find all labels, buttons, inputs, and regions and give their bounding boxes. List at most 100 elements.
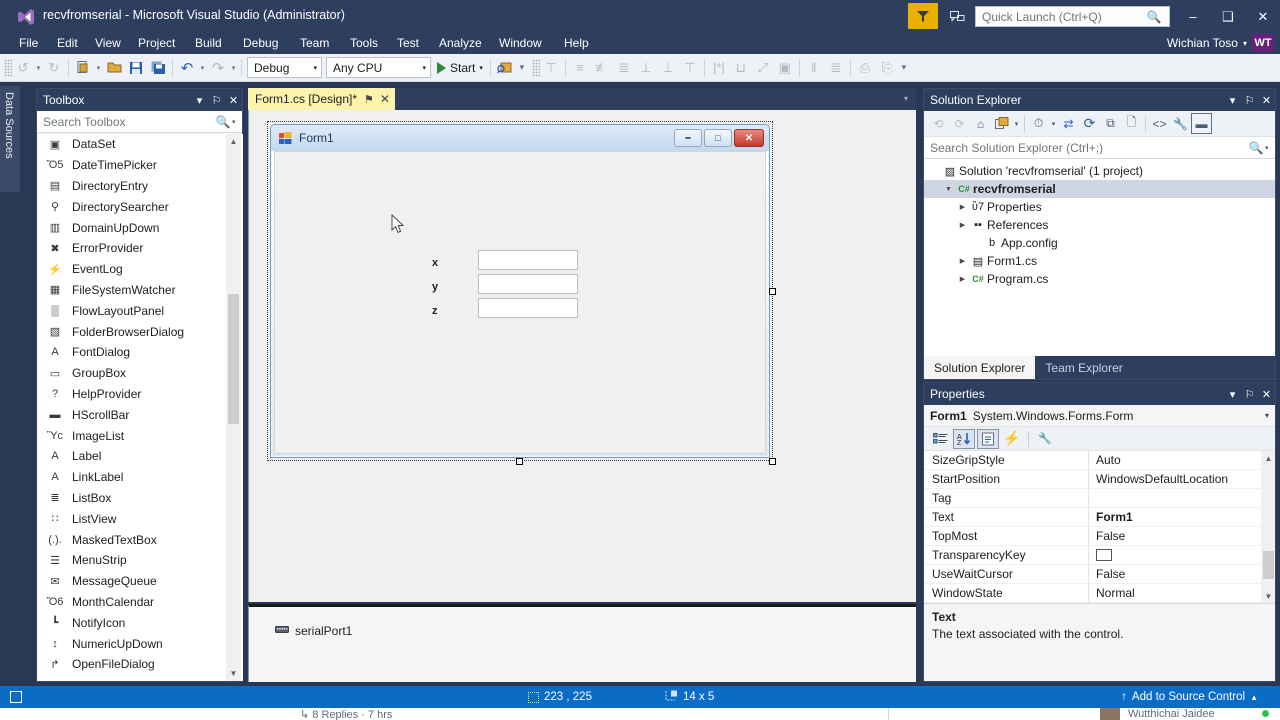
scroll-down-icon[interactable]: ▼	[1261, 589, 1275, 604]
solution-explorer-search-box[interactable]: 🔍 ▾	[924, 137, 1275, 159]
events-icon[interactable]: ⚡	[1001, 429, 1023, 449]
toolbox-item[interactable]: ⚲ DirectorySearcher	[38, 196, 243, 217]
properties-object-selector[interactable]: Form1 System.Windows.Forms.Form ▾	[924, 405, 1275, 427]
property-value[interactable]: Auto	[1089, 453, 1121, 467]
make-vertical-spacing-equal-icon[interactable]: ≣	[825, 57, 847, 79]
winform-preview[interactable]: Form1 ━ □ ✕ x y z	[270, 124, 770, 458]
toolbox-scrollbar[interactable]: ▲ ▼	[226, 134, 241, 681]
toolbox-item[interactable]: ▒ FlowLayoutPanel	[38, 300, 243, 321]
menu-test[interactable]: Test	[390, 32, 426, 54]
scrollbar-thumb[interactable]	[228, 294, 239, 424]
close-icon[interactable]: ✕	[1258, 94, 1275, 107]
toolbox-item[interactable]: ▬ HScrollBar	[38, 404, 243, 425]
textbox-z[interactable]	[478, 298, 578, 318]
redo-icon[interactable]: ↷	[207, 57, 229, 79]
textbox-x[interactable]	[478, 250, 578, 270]
property-value[interactable]: False	[1089, 567, 1125, 581]
resize-handle-middle-right[interactable]	[769, 288, 776, 295]
property-value[interactable]: False	[1089, 529, 1125, 543]
tree-item[interactable]: ▶ ὒ7 Properties	[924, 198, 1275, 216]
make-same-height-icon[interactable]: ⊔	[730, 57, 752, 79]
toolbox-item[interactable]: ▦ FileSystemWatcher	[38, 280, 243, 301]
toolbar-overflow-icon[interactable]: ▾	[898, 62, 910, 73]
start-debug-button[interactable]: Start ▾	[433, 61, 487, 75]
property-row[interactable]: TransparencyKey	[924, 546, 1275, 565]
resize-handle-bottom-center[interactable]	[516, 458, 523, 465]
make-horizontal-spacing-equal-icon[interactable]: ‖	[803, 57, 825, 79]
toolbox-item[interactable]: ↱ OpenFileDialog	[38, 654, 243, 675]
alphabetical-view-icon[interactable]: A Z	[953, 429, 975, 449]
undo-icon[interactable]: ↶	[176, 57, 198, 79]
toolbox-item[interactable]: ? HelpProvider	[38, 384, 243, 405]
send-to-back-icon[interactable]: ⎘	[876, 57, 898, 79]
scroll-down-icon[interactable]: ▼	[226, 666, 241, 681]
chevron-down-icon[interactable]: ▾	[479, 64, 483, 72]
toolbox-item[interactable]: ✉ MessageQueue	[38, 571, 243, 592]
align-rights-icon[interactable]: ≣	[613, 57, 635, 79]
preview-selected-items-icon[interactable]: ▬	[1191, 113, 1212, 134]
toolbox-item[interactable]: ▣ DataSet	[38, 134, 243, 155]
minimize-button[interactable]: –	[1178, 6, 1208, 28]
toolbox-item[interactable]: ▭ GroupBox	[38, 363, 243, 384]
home-icon[interactable]: ⌂	[970, 113, 991, 134]
property-row[interactable]: StartPosition WindowsDefaultLocation	[924, 470, 1275, 489]
save-all-icon[interactable]	[147, 57, 169, 79]
toolbox-item[interactable]: ┗ NotifyIcon	[38, 612, 243, 633]
quick-launch-box[interactable]: 🔍	[975, 6, 1170, 27]
expander-icon[interactable]: ▶	[956, 221, 969, 229]
chevron-down-icon[interactable]: ▾	[1265, 411, 1269, 420]
toolbox-search-box[interactable]: 🔍 ▾	[37, 111, 242, 133]
menu-file[interactable]: File	[12, 32, 45, 54]
menu-help[interactable]: Help	[557, 32, 596, 54]
property-row[interactable]: TopMost False	[924, 527, 1275, 546]
pin-icon[interactable]: ⚐	[208, 94, 225, 107]
toolbox-item[interactable]: ✖ ErrorProvider	[38, 238, 243, 259]
sidebar-item-data-sources[interactable]: Data Sources	[0, 86, 20, 192]
toolbox-item[interactable]: ▧ FolderBrowserDialog	[38, 321, 243, 342]
sync-with-active-document-icon[interactable]: ⇄	[1058, 113, 1079, 134]
align-centers-icon[interactable]: ≢	[591, 57, 613, 79]
winform-minimize-button[interactable]: ━	[674, 129, 702, 147]
align-to-grid-icon[interactable]: ⊤	[540, 57, 562, 79]
resize-handle-bottom-right[interactable]	[769, 458, 776, 465]
toolbox-item[interactable]: Ὓc ImageList	[38, 425, 243, 446]
collapse-all-icon[interactable]: ⧉	[1100, 113, 1121, 134]
solution-platform-dropdown[interactable]: Any CPU ▾	[326, 57, 431, 78]
open-file-icon[interactable]	[103, 57, 125, 79]
chevron-down-icon[interactable]: ▾	[34, 64, 43, 72]
menu-team[interactable]: Team	[293, 32, 336, 54]
property-value[interactable]: WindowsDefaultLocation	[1089, 472, 1228, 486]
scrollbar-thumb[interactable]	[1263, 551, 1274, 579]
toolbox-item[interactable]: ≣ ListBox	[38, 488, 243, 509]
toolbar-overflow-icon[interactable]: ▾	[516, 62, 528, 73]
menu-analyze[interactable]: Analyze	[432, 32, 489, 54]
save-icon[interactable]	[125, 57, 147, 79]
user-account-area[interactable]: Wichian Toso ▾ WT	[1167, 32, 1274, 54]
toolbox-search-input[interactable]	[37, 115, 214, 129]
property-row[interactable]: WindowState Normal	[924, 584, 1275, 603]
search-icon[interactable]: 🔍	[214, 115, 232, 129]
avatar[interactable]: WT	[1252, 34, 1274, 52]
tray-item-serialport1[interactable]: serialPort1	[275, 624, 352, 638]
chevron-down-icon[interactable]: ▾	[1265, 144, 1275, 152]
expander-icon[interactable]: ▶	[956, 257, 969, 265]
tab-solution-explorer[interactable]: Solution Explorer	[924, 356, 1035, 379]
expander-icon[interactable]: ▶	[956, 275, 969, 283]
menu-tools[interactable]: Tools	[343, 32, 385, 54]
feedback-flag-icon[interactable]	[908, 3, 938, 29]
toolbox-item[interactable]: ↕ NumericUpDown	[38, 633, 243, 654]
make-same-width-icon[interactable]: |*|	[708, 57, 730, 79]
scroll-up-icon[interactable]: ▲	[1261, 451, 1275, 466]
size-to-grid-icon[interactable]: ▣	[774, 57, 796, 79]
align-middles-icon[interactable]: ⊥	[657, 57, 679, 79]
toolbar-grip[interactable]	[532, 59, 540, 77]
properties-scrollbar[interactable]: ▲ ▼	[1261, 451, 1275, 604]
close-icon[interactable]: ✕	[225, 94, 242, 107]
tab-form1-designer[interactable]: Form1.cs [Design]* ⚑ ✕	[248, 88, 395, 110]
property-row[interactable]: Text Form1	[924, 508, 1275, 527]
send-feedback-icon[interactable]	[945, 6, 969, 28]
find-in-files-icon[interactable]	[494, 57, 516, 79]
tree-item[interactable]: ὜b App.config	[924, 234, 1275, 252]
properties-icon[interactable]: 🔧	[1170, 113, 1191, 134]
expander-icon[interactable]: ▼	[942, 186, 955, 193]
